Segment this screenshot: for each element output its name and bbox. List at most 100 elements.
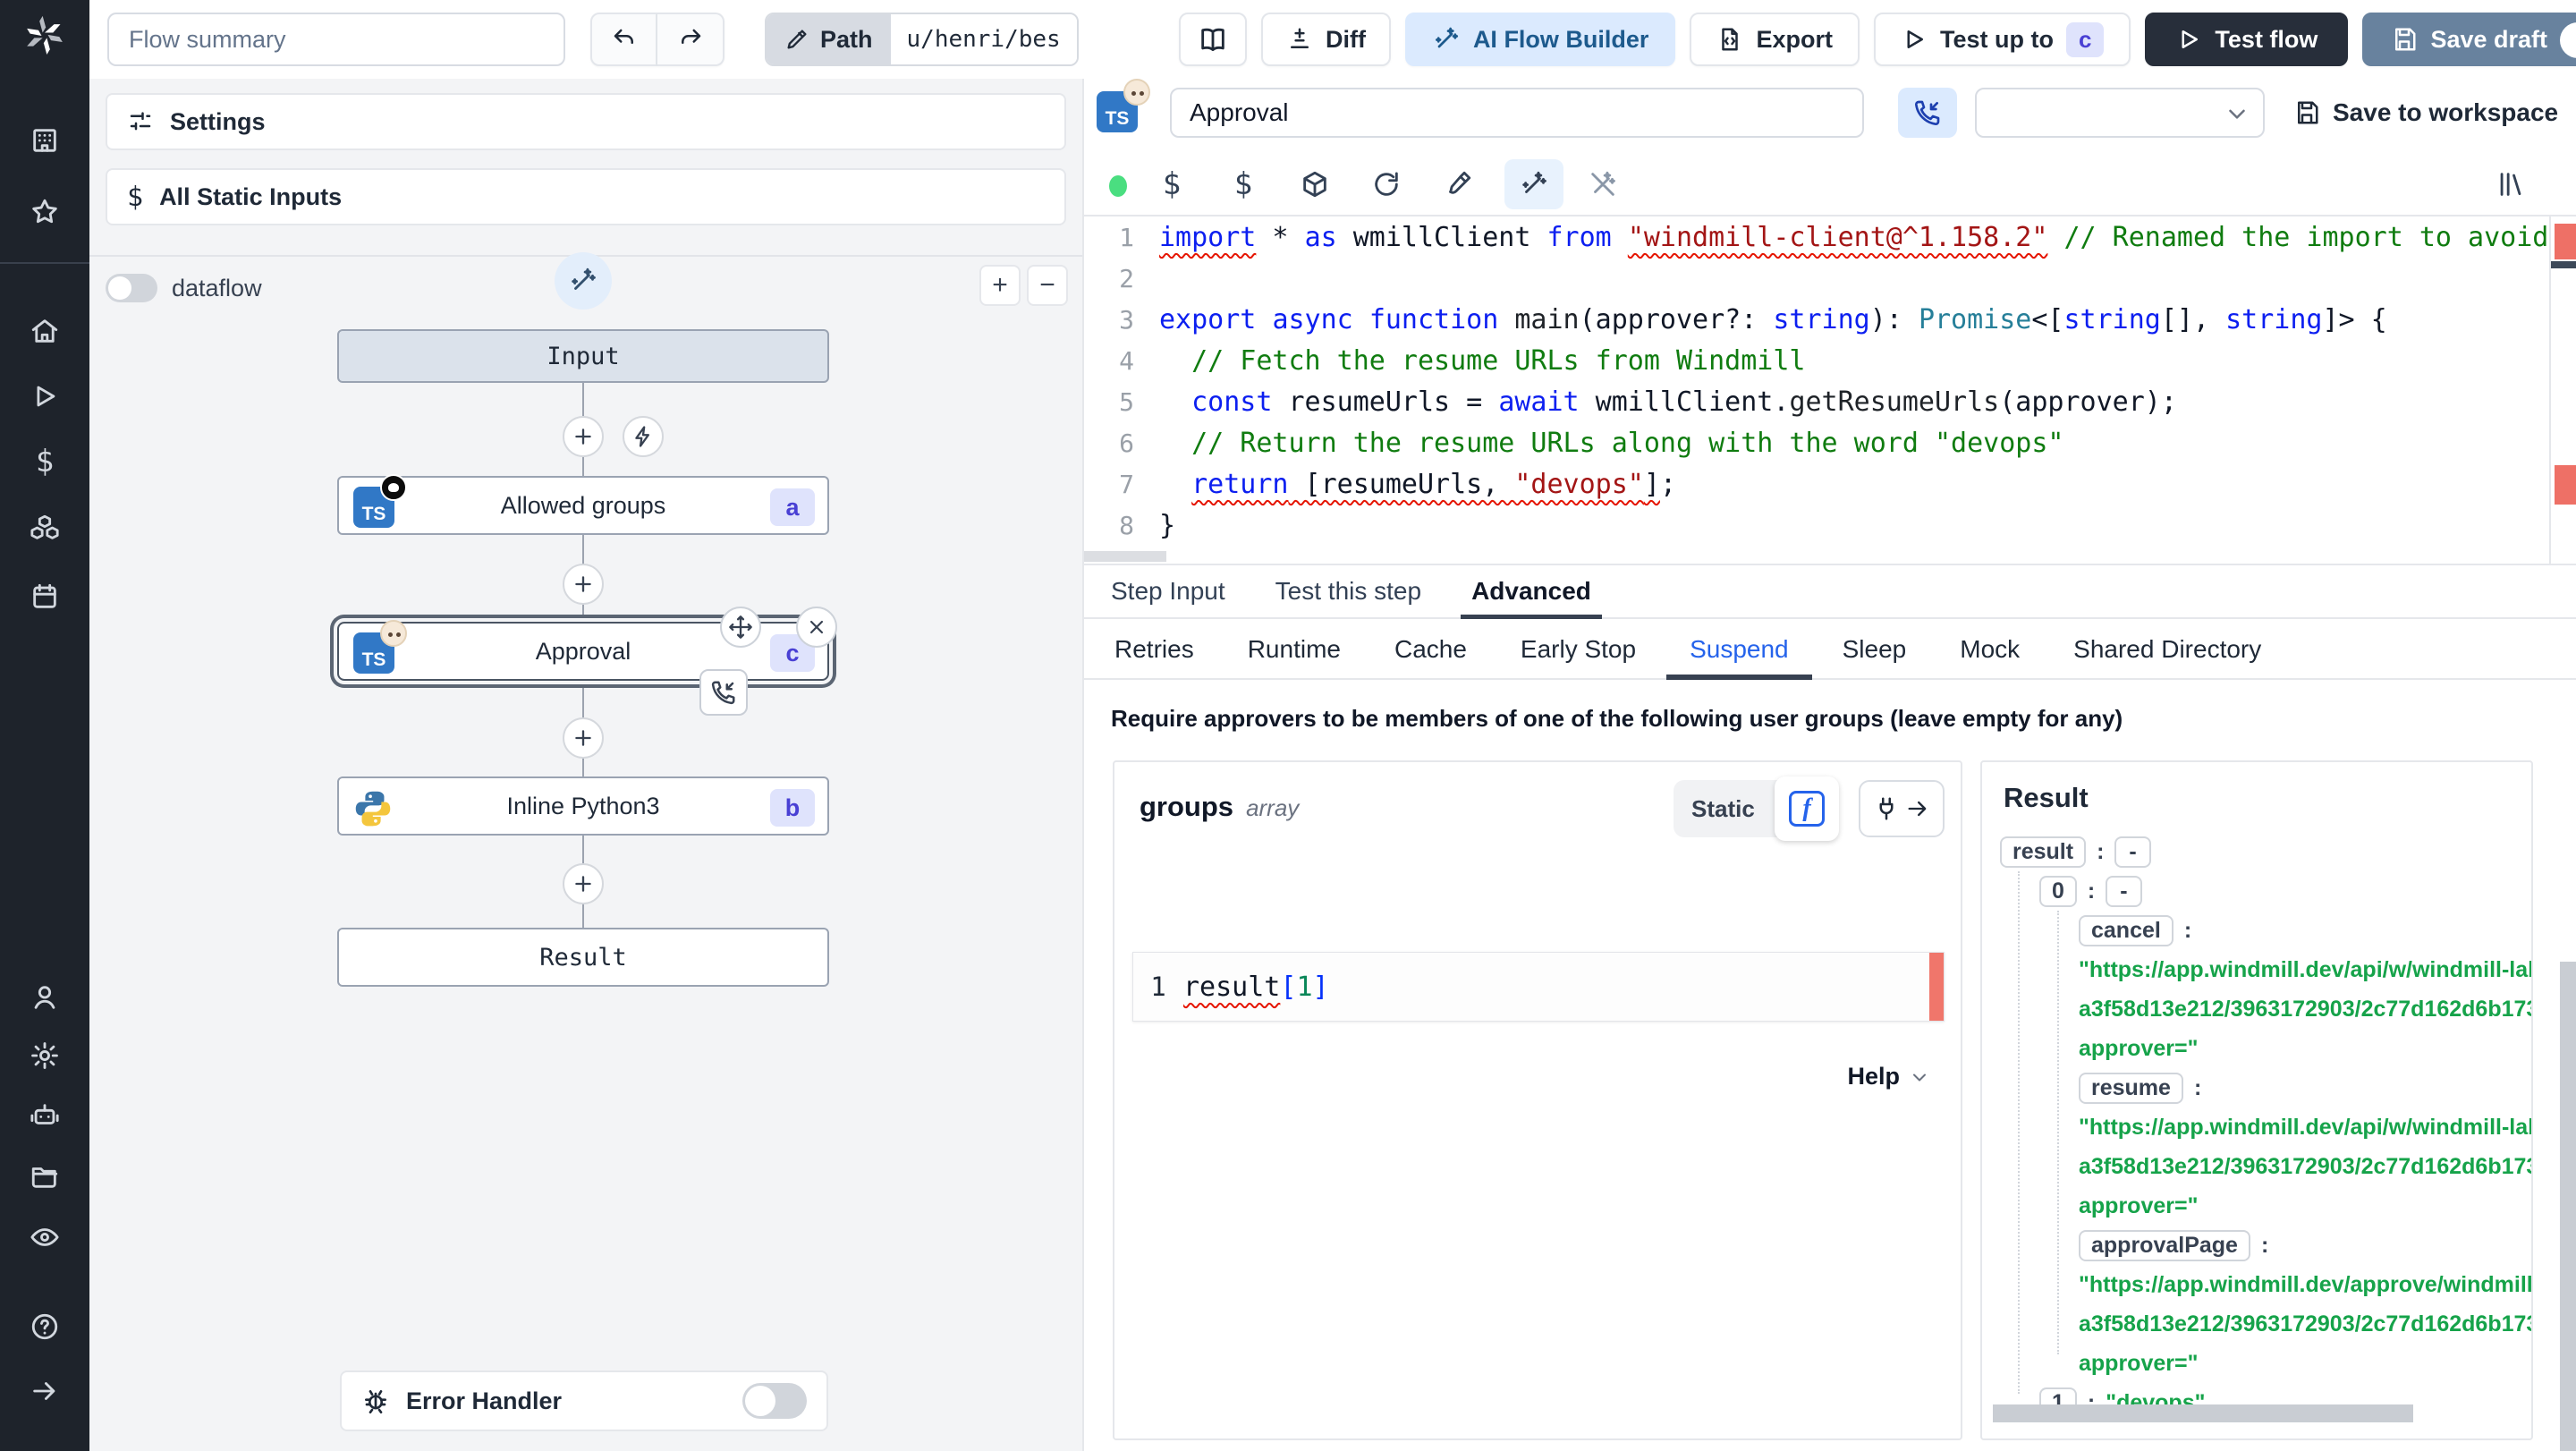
zoom-in-button[interactable]: + — [979, 265, 1021, 306]
diff-button[interactable]: Diff — [1260, 13, 1391, 66]
function-mode-button[interactable]: f — [1775, 776, 1839, 841]
flow-summary-input[interactable] — [107, 13, 565, 66]
python-icon — [355, 791, 391, 827]
add-step-button[interactable] — [563, 863, 604, 904]
code-line[interactable]: 7 return [resumeUrls, "devops"]; — [1084, 463, 2576, 505]
static-toggle-label: Static — [1691, 794, 1755, 822]
settings-card[interactable]: Settings — [106, 93, 1066, 150]
code-line[interactable]: 4 // Fetch the resume URLs from Windmill — [1084, 340, 2576, 381]
plus-icon — [571, 871, 596, 896]
delete-node-button[interactable] — [796, 607, 837, 648]
library-tool-icon[interactable] — [2493, 166, 2529, 202]
workspace-icon[interactable] — [30, 125, 60, 156]
static-inputs-tool-icon[interactable]: $ — [1225, 166, 1261, 202]
add-step-button[interactable] — [563, 416, 604, 457]
redo-button[interactable] — [657, 13, 724, 66]
code-line[interactable]: 5 const resumeUrls = await wmillClient.g… — [1084, 381, 2576, 422]
collapse-button[interactable]: - — [2106, 875, 2142, 907]
subtab-mock[interactable]: Mock — [1956, 621, 2023, 678]
favorites-star-icon[interactable] — [30, 197, 60, 227]
minimap-slider[interactable] — [2551, 261, 2576, 268]
tab-step-input[interactable]: Step Input — [1111, 565, 1225, 617]
result-horizontal-scrollbar[interactable] — [1993, 1404, 2413, 1422]
workers-icon[interactable] — [30, 1100, 60, 1131]
code-line[interactable]: 8} — [1084, 505, 2576, 546]
undo-button[interactable] — [590, 13, 657, 66]
path-chip[interactable]: Path u/henri/bes — [765, 13, 1079, 66]
error-handler-card[interactable]: Error Handler — [340, 1370, 828, 1431]
ai-graph-wand-button[interactable] — [555, 252, 612, 310]
tab-test-this-step[interactable]: Test this step — [1275, 565, 1421, 617]
subtab-shared-directory[interactable]: Shared Directory — [2070, 621, 2265, 678]
variables-tool-icon[interactable]: $ — [1154, 166, 1190, 202]
script-version-select[interactable] — [1975, 88, 2265, 138]
step-name-input[interactable] — [1170, 88, 1864, 138]
export-button[interactable]: Export — [1690, 13, 1860, 66]
resources-icon[interactable] — [30, 513, 60, 543]
ai-off-tool-icon[interactable] — [1585, 166, 1621, 202]
docs-button[interactable] — [1178, 13, 1247, 66]
tab-advanced[interactable]: Advanced — [1461, 565, 1602, 619]
windmill-logo-icon[interactable] — [20, 11, 70, 61]
arrow-right-icon — [1905, 796, 1930, 821]
save-draft-button[interactable]: Save draft — [2362, 13, 2576, 66]
save-to-workspace-button[interactable]: Save to workspace — [2293, 88, 2558, 138]
home-icon[interactable] — [30, 316, 60, 346]
subtab-runtime[interactable]: Runtime — [1244, 621, 1344, 678]
window-vertical-scrollbar[interactable] — [2560, 962, 2576, 1451]
flow-node-allowed-groups[interactable]: TS Allowed groups a — [337, 474, 829, 535]
suspend-phone-button[interactable] — [1898, 88, 1957, 138]
subtab-early-stop[interactable]: Early Stop — [1517, 621, 1640, 678]
suspend-approval-indicator-icon[interactable] — [699, 669, 748, 716]
ai-assistant-tool-icon[interactable] — [1504, 159, 1563, 209]
subtab-sleep[interactable]: Sleep — [1839, 621, 1911, 678]
flow-node-result[interactable]: Result — [337, 928, 829, 987]
json-value-line: a3f58d13e212/3963172903/2c77d162d6b17395… — [2079, 996, 2533, 1022]
runs-icon[interactable] — [30, 381, 60, 412]
static-function-toggle[interactable]: Static f — [1674, 776, 1839, 841]
flow-node-inline-python[interactable]: Inline Python3 b — [337, 776, 829, 836]
code-horizontal-scrollbar[interactable] — [1084, 551, 1166, 562]
help-icon[interactable] — [30, 1311, 60, 1342]
format-brush-tool-icon[interactable] — [1440, 166, 1476, 202]
reload-tool-icon[interactable] — [1368, 166, 1404, 202]
expr-line-number: 1 — [1150, 972, 1166, 1002]
settings-gear-icon[interactable] — [30, 1040, 60, 1071]
code-line[interactable]: 1 import * as wmillClient from "windmill-… — [1084, 216, 2576, 258]
subtab-cache[interactable]: Cache — [1391, 621, 1470, 678]
expand-sidebar-icon[interactable] — [30, 1376, 60, 1406]
package-tool-icon[interactable] — [1297, 166, 1333, 202]
code-line[interactable]: 6 // Return the resume URLs along with t… — [1084, 422, 2576, 463]
add-trigger-button[interactable] — [623, 416, 664, 457]
account-icon[interactable] — [30, 982, 60, 1013]
test-flow-button[interactable]: Test flow — [2145, 13, 2349, 66]
close-icon — [805, 615, 828, 639]
audit-eye-icon[interactable] — [30, 1222, 60, 1252]
error-handler-label: Error Handler — [406, 1387, 563, 1414]
flow-graph-panel: Settings $ All Static Inputs dataflow + … — [89, 79, 1082, 1451]
zoom-out-button[interactable]: − — [1027, 265, 1068, 306]
all-static-inputs-card[interactable]: $ All Static Inputs — [106, 168, 1066, 225]
help-dropdown[interactable]: Help — [1847, 1063, 1930, 1090]
code-line[interactable]: 3 export async function main(approver?: s… — [1084, 299, 2576, 340]
ai-flow-builder-button[interactable]: AI Flow Builder — [1404, 13, 1676, 66]
test-up-to-button[interactable]: Test up to c — [1873, 13, 2131, 66]
folders-icon[interactable] — [30, 1161, 60, 1192]
groups-expression-input[interactable]: 1 result[1] — [1132, 952, 1945, 1022]
add-step-button[interactable] — [563, 564, 604, 605]
subtab-suspend[interactable]: Suspend — [1666, 621, 1812, 680]
code-line[interactable]: 2 — [1084, 258, 2576, 299]
app-sidebar: $ — [0, 0, 89, 1451]
error-handler-toggle[interactable] — [742, 1383, 807, 1419]
flow-node-input[interactable]: Input — [337, 329, 829, 383]
add-step-button[interactable] — [563, 717, 604, 759]
move-node-button[interactable] — [720, 607, 761, 648]
json-value-line: "https://app.windmill.dev/api/w/windmill… — [2079, 1114, 2531, 1140]
schedules-icon[interactable] — [30, 581, 60, 612]
variables-icon[interactable]: $ — [30, 444, 60, 479]
code-editor[interactable]: 1 import * as wmillClient from "windmill-… — [1084, 216, 2576, 564]
dataflow-toggle[interactable] — [106, 274, 157, 302]
subtab-retries[interactable]: Retries — [1111, 621, 1198, 678]
connect-input-button[interactable] — [1859, 780, 1945, 837]
collapse-button[interactable]: - — [2114, 836, 2151, 868]
